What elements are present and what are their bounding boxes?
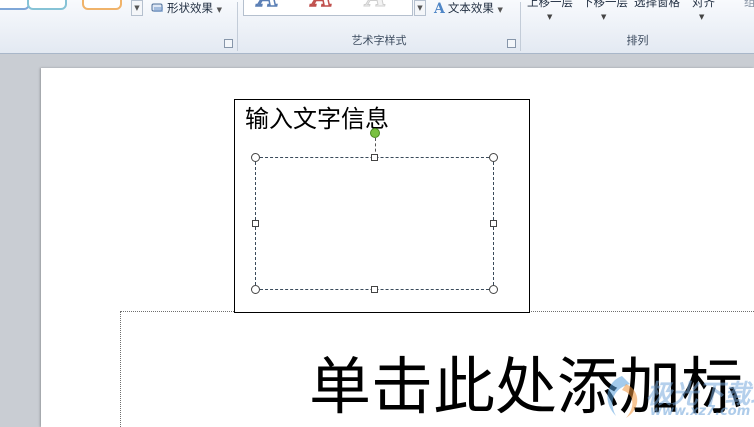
wordart-styles-group-label: 艺术字样式 <box>351 34 407 47</box>
wordart-style-gray-a[interactable]: A <box>365 0 386 14</box>
chevron-down-icon[interactable]: ▼ <box>547 13 552 21</box>
wordart-styles-group: A A A ▼ A文本效果 ▼ 艺术字样式 <box>238 0 520 53</box>
bring-forward-button[interactable]: 上移一层 <box>527 0 573 10</box>
group-label: 组 <box>744 0 754 9</box>
chevron-down-icon[interactable]: ▼ <box>601 13 606 21</box>
shape-style-swatch-orange[interactable] <box>82 0 122 10</box>
text-box-text[interactable]: 输入文字信息 <box>245 106 389 133</box>
resize-handle-top-right[interactable] <box>489 153 498 162</box>
title-placeholder-text[interactable]: 单击此处添加标 <box>309 356 743 418</box>
shape-styles-dialog-launcher[interactable] <box>224 39 233 48</box>
resize-handle-top-left[interactable] <box>251 153 260 162</box>
arrange-group-label: 排列 <box>626 34 649 47</box>
shape-effects-button[interactable]: 形状效果 ▼ <box>151 0 222 16</box>
text-effects-label: 文本效果 <box>447 1 494 15</box>
shape-style-swatch-blue[interactable] <box>0 0 30 10</box>
align-label: 对齐 <box>692 0 715 9</box>
wordart-gallery[interactable]: A A A <box>243 0 413 16</box>
wordart-styles-dialog-launcher[interactable] <box>507 39 516 48</box>
shape-effects-icon <box>151 2 164 16</box>
shape-styles-group: ▼ 形状效果 ▼ <box>0 0 238 53</box>
wordart-style-red-a[interactable]: A <box>311 0 333 14</box>
chevron-down-icon: ▼ <box>497 6 503 14</box>
send-backward-button[interactable]: 下移一层 <box>582 0 628 10</box>
shape-styles-more-arrow[interactable]: ▼ <box>131 0 143 16</box>
resize-handle-left[interactable] <box>252 220 259 227</box>
resize-handle-bottom[interactable] <box>371 286 378 293</box>
text-effects-icon: A <box>434 0 445 17</box>
resize-handle-bottom-right[interactable] <box>489 285 498 294</box>
shape-effects-label: 形状效果 <box>167 1 213 15</box>
ribbon: ▼ 形状效果 ▼ A A A ▼ A文本效果 ▼ 艺术字样式 上移一层 ▼ 下移… <box>0 0 754 54</box>
bring-forward-label: 上移一层 <box>527 0 573 9</box>
shape-style-swatch-teal[interactable] <box>27 0 67 10</box>
send-backward-label: 下移一层 <box>582 0 628 9</box>
group-button[interactable]: 组 <box>744 0 754 10</box>
selection-pane-label: 选择窗格 <box>634 0 680 9</box>
text-effects-button[interactable]: A 文本效果 ▼ <box>434 0 503 17</box>
arrange-group: 上移一层 ▼ 下移一层 ▼ 选择窗格 对齐 ▼ 组 排列 <box>521 0 754 53</box>
wordart-style-blue-a[interactable]: A <box>257 0 279 14</box>
wordart-styles-more-arrow[interactable]: ▼ <box>414 0 426 16</box>
resize-handle-right[interactable] <box>490 220 497 227</box>
chevron-down-icon[interactable]: ▼ <box>699 13 704 21</box>
align-button[interactable]: 对齐 <box>692 0 715 10</box>
resize-handle-bottom-left[interactable] <box>251 285 260 294</box>
selected-rectangle-shape[interactable] <box>255 157 494 290</box>
chevron-down-icon: ▼ <box>216 6 223 14</box>
resize-handle-top[interactable] <box>371 154 378 161</box>
selection-pane-button[interactable]: 选择窗格 <box>634 0 680 10</box>
rotate-handle[interactable] <box>370 128 380 138</box>
